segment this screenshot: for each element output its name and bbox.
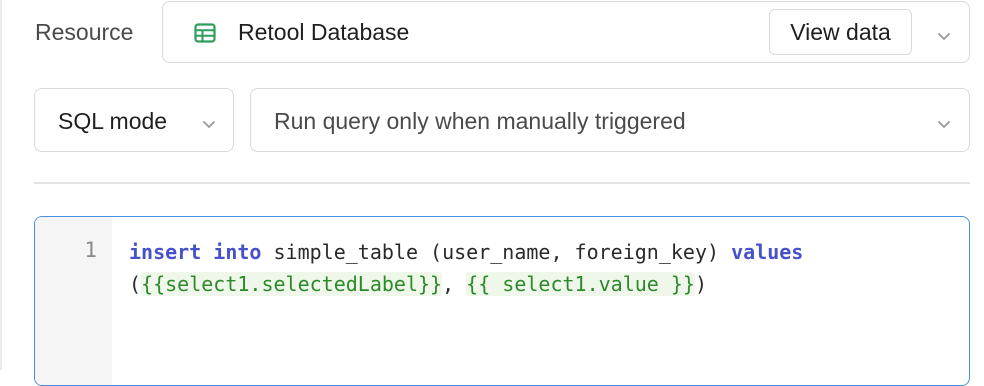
chevron-down-icon	[936, 117, 952, 128]
resource-select[interactable]: Retool Database View data	[162, 1, 970, 63]
query-mode-value: SQL mode	[58, 108, 168, 134]
code-token: )	[694, 272, 707, 296]
template-token: {{select1.selectedLabel}}	[141, 272, 443, 296]
table-grid-icon	[194, 23, 216, 43]
sql-editor[interactable]: 1 insert into simple_table (user_name, f…	[34, 216, 970, 386]
run-trigger-value: Run query only when manually triggered	[274, 108, 686, 134]
line-number: 1	[84, 238, 97, 262]
chevron-down-icon	[201, 117, 217, 128]
query-mode-select[interactable]: SQL mode	[34, 88, 234, 152]
keyword-token: into	[213, 240, 262, 264]
code-token: simple_table (user_name, foreign_key)	[261, 240, 732, 264]
section-divider	[34, 182, 970, 184]
run-trigger-select[interactable]: Run query only when manually triggered	[250, 88, 970, 152]
editor-gutter: 1	[35, 217, 112, 385]
code-line[interactable]: insert into simple_table (user_name, for…	[129, 236, 959, 300]
resource-label: Resource	[35, 19, 134, 45]
view-data-button[interactable]: View data	[769, 9, 912, 55]
keyword-token: insert	[129, 240, 202, 264]
template-token: {{ select1.value }}	[466, 272, 695, 296]
chevron-down-icon[interactable]	[936, 29, 952, 40]
keyword-token: values	[731, 240, 804, 264]
resource-name: Retool Database	[238, 19, 410, 45]
panel-left-border	[0, 0, 2, 370]
code-token: ,	[442, 272, 467, 296]
code-token: (	[129, 272, 142, 296]
